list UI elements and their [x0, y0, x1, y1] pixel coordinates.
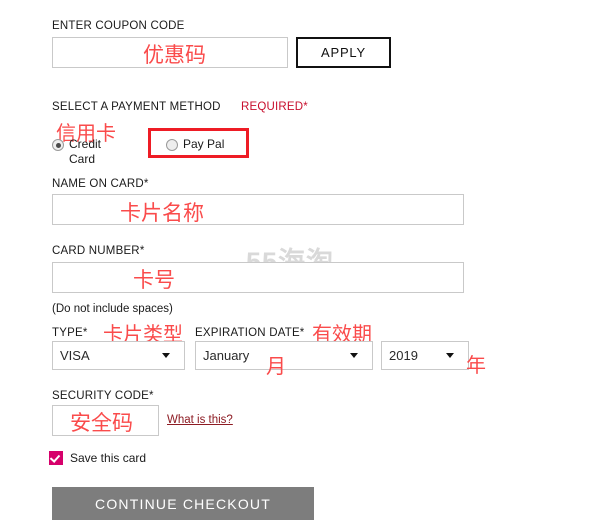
payment-option-paypal[interactable]: Pay Pal	[166, 137, 224, 152]
payment-option-credit-card-label: Credit Card	[69, 137, 102, 166]
security-code-help-link[interactable]: What is this?	[167, 414, 233, 426]
card-type-value: VISA	[60, 348, 90, 363]
card-number-label: CARD NUMBER*	[52, 245, 145, 257]
expiration-date-label: EXPIRATION DATE*	[195, 327, 305, 339]
chevron-down-icon	[446, 353, 454, 358]
checkout-payment-form: 55海淘 ENTER COUPON CODE 优惠码 APPLY SELECT …	[0, 0, 595, 520]
name-on-card-label: NAME ON CARD*	[52, 178, 149, 190]
coupon-code-label: ENTER COUPON CODE	[52, 20, 185, 32]
payment-method-label: SELECT A PAYMENT METHOD	[52, 101, 221, 113]
payment-option-paypal-label: Pay Pal	[183, 137, 225, 151]
name-on-card-input[interactable]	[52, 194, 464, 225]
security-code-input[interactable]	[52, 405, 159, 436]
card-number-hint: (Do not include spaces)	[52, 303, 173, 315]
save-this-card-label: Save this card	[70, 451, 147, 465]
chevron-down-icon	[350, 353, 358, 358]
expiration-year-value: 2019	[389, 348, 418, 363]
radio-paypal-icon[interactable]	[166, 139, 178, 151]
expiration-year-annotation: 年	[466, 353, 486, 377]
card-type-select[interactable]: VISA	[52, 341, 185, 370]
expiration-month-select[interactable]: January	[195, 341, 373, 370]
payment-option-credit-card[interactable]: Credit Card	[52, 137, 112, 167]
payment-method-required-tag: REQUIRED*	[241, 101, 308, 113]
card-type-label: TYPE*	[52, 327, 88, 339]
radio-credit-card-icon[interactable]	[52, 139, 64, 151]
card-number-input[interactable]	[52, 262, 464, 293]
coupon-code-input[interactable]	[52, 37, 288, 68]
save-this-card-checkbox[interactable]	[49, 451, 63, 465]
continue-checkout-button[interactable]: CONTINUE CHECKOUT	[52, 487, 314, 520]
chevron-down-icon	[162, 353, 170, 358]
security-code-label: SECURITY CODE*	[52, 390, 154, 402]
expiration-month-value: January	[203, 348, 250, 363]
save-this-card-row[interactable]: Save this card	[49, 451, 146, 465]
expiration-year-select[interactable]: 2019	[381, 341, 469, 370]
apply-coupon-button[interactable]: APPLY	[296, 37, 391, 68]
